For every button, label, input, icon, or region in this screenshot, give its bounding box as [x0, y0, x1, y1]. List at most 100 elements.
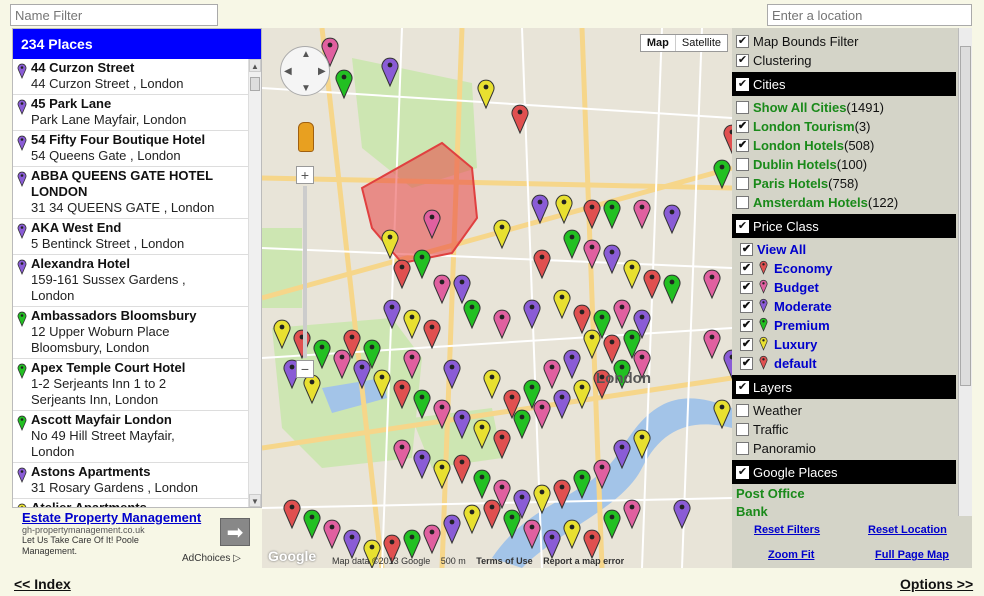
city-checkbox[interactable]: ✔	[736, 139, 749, 152]
zoom-slider[interactable]	[303, 186, 307, 358]
map-marker[interactable]	[403, 529, 421, 560]
map-marker[interactable]	[523, 299, 541, 330]
map-marker[interactable]	[583, 239, 601, 270]
google-places-section-header[interactable]: ✔ Google Places	[732, 460, 956, 484]
reset-location-link[interactable]: Reset Location	[868, 524, 947, 536]
map-marker[interactable]	[493, 309, 511, 340]
price-class-checkbox[interactable]: ✔	[740, 300, 753, 313]
map-marker[interactable]	[663, 274, 681, 305]
map-marker[interactable]	[553, 289, 571, 320]
map-marker[interactable]	[513, 409, 531, 440]
map-marker[interactable]	[393, 259, 411, 290]
map-marker[interactable]	[643, 269, 661, 300]
map-marker[interactable]	[483, 499, 501, 530]
place-list-item[interactable]: Atelier Apartments	[13, 499, 249, 507]
map-marker[interactable]	[393, 439, 411, 470]
map-marker[interactable]	[703, 329, 721, 360]
place-list-item[interactable]: 44 Curzon Street 44 Curzon Street , Londo…	[13, 59, 249, 95]
price-class-option[interactable]: ✔ default	[732, 354, 972, 373]
place-list-item[interactable]: AKA West End 5 Bentinck Street , London	[13, 219, 249, 255]
map-marker[interactable]	[323, 519, 341, 550]
place-list-item[interactable]: Astons Apartments 31 Rosary Gardens , Lon…	[13, 463, 249, 499]
map-marker[interactable]	[583, 199, 601, 230]
city-option[interactable]: Dublin Hotels (100)	[732, 155, 972, 174]
map-marker[interactable]	[583, 329, 601, 360]
city-checkbox[interactable]	[736, 177, 749, 190]
layer-option[interactable]: Traffic	[732, 420, 972, 439]
map-marker[interactable]	[613, 299, 631, 330]
place-list-item[interactable]: Alexandra Hotel 159-161 Sussex Gardens ,L…	[13, 255, 249, 307]
layer-option[interactable]: Panoramio	[732, 439, 972, 458]
map-bounds-filter-option[interactable]: ✔ Map Bounds Filter	[732, 32, 972, 51]
map-marker[interactable]	[573, 304, 591, 335]
place-list-item[interactable]: Ambassadors Bloomsbury 12 Upper Woburn Pl…	[13, 307, 249, 359]
place-list-item[interactable]: ABBA QUEENS GATE HOTEL LONDON 31 34 QUEEN…	[13, 167, 249, 219]
terms-link[interactable]: Terms of Use	[476, 556, 532, 566]
google-place-option[interactable]: Bank	[732, 504, 972, 516]
view-all-checkbox[interactable]: ✔	[740, 243, 753, 256]
price-class-option[interactable]: ✔ Moderate	[732, 297, 972, 316]
price-class-checkbox[interactable]: ✔	[740, 281, 753, 294]
map-marker[interactable]	[443, 514, 461, 545]
scroll-down-arrow-icon[interactable]: ▼	[249, 494, 261, 507]
price-class-checkbox[interactable]: ✔	[740, 262, 753, 275]
map-marker[interactable]	[703, 269, 721, 300]
map-marker[interactable]	[603, 509, 621, 540]
map-marker[interactable]	[433, 274, 451, 305]
map-marker[interactable]	[623, 499, 641, 530]
place-list-item[interactable]: Apex Temple Court Hotel 1-2 Serjeants Inn…	[13, 359, 249, 411]
map-marker[interactable]	[603, 334, 621, 365]
scroll-thumb[interactable]	[250, 77, 260, 91]
map-canvas[interactable]: London Map Satellite ▲ ▼ ◀ ▶ + − Google …	[262, 28, 732, 568]
place-list-item[interactable]: 54 Fifty Four Boutique Hotel 54 Queens Ga…	[13, 131, 249, 167]
zoom-fit-link[interactable]: Zoom Fit	[768, 549, 814, 561]
layer-option[interactable]: Weather	[732, 401, 972, 420]
zoom-in-button[interactable]: +	[296, 166, 314, 184]
pan-down-icon[interactable]: ▼	[301, 83, 311, 94]
map-marker[interactable]	[623, 259, 641, 290]
map-marker[interactable]	[413, 249, 431, 280]
price-class-option[interactable]: ✔ Budget	[732, 278, 972, 297]
city-option[interactable]: Amsterdam Hotels (122)	[732, 193, 972, 212]
map-marker[interactable]	[713, 159, 731, 190]
view-all-option[interactable]: ✔ View All	[732, 240, 972, 259]
map-marker[interactable]	[423, 319, 441, 350]
price-class-option[interactable]: ✔ Economy	[732, 259, 972, 278]
map-marker[interactable]	[603, 199, 621, 230]
places-scrollbar[interactable]: ▲ ▼	[248, 59, 261, 507]
place-list-item[interactable]: 45 Park Lane Park Lane Mayfair, London	[13, 95, 249, 131]
zoom-out-button[interactable]: −	[296, 360, 314, 378]
map-bounds-checkbox[interactable]: ✔	[736, 35, 749, 48]
clustering-checkbox[interactable]: ✔	[736, 54, 749, 67]
map-marker[interactable]	[603, 244, 621, 275]
map-marker[interactable]	[563, 519, 581, 550]
map-marker[interactable]	[555, 194, 573, 225]
map-marker[interactable]	[573, 379, 591, 410]
layer-checkbox[interactable]	[736, 442, 749, 455]
layers-section-header[interactable]: ✔ Layers	[732, 375, 956, 399]
map-marker[interactable]	[343, 529, 361, 560]
price-class-checkbox[interactable]: ✔	[740, 319, 753, 332]
google-places-checkbox[interactable]: ✔	[736, 465, 749, 479]
city-option[interactable]: ✔ London Tourism (3)	[732, 117, 972, 136]
map-marker[interactable]	[453, 454, 471, 485]
map-marker[interactable]	[473, 469, 491, 500]
city-checkbox[interactable]	[736, 158, 749, 171]
location-input[interactable]	[767, 4, 972, 26]
cities-checkbox[interactable]: ✔	[736, 77, 749, 91]
map-marker[interactable]	[423, 524, 441, 555]
options-scrollbar[interactable]	[958, 28, 972, 516]
layer-checkbox[interactable]	[736, 423, 749, 436]
adchoices-link[interactable]: AdChoices ▷	[182, 553, 241, 564]
place-list-item[interactable]: Ascott Mayfair London No 49 Hill Street M…	[13, 411, 249, 463]
map-marker[interactable]	[463, 299, 481, 330]
reset-filters-link[interactable]: Reset Filters	[754, 524, 820, 536]
city-option[interactable]: ✔ London Hotels (508)	[732, 136, 972, 155]
map-marker[interactable]	[563, 229, 581, 260]
pegman-icon[interactable]	[298, 122, 314, 152]
city-checkbox[interactable]	[736, 101, 749, 114]
map-marker[interactable]	[543, 529, 561, 560]
price-class-option[interactable]: ✔ Luxury	[732, 335, 972, 354]
pan-up-icon[interactable]: ▲	[301, 49, 311, 60]
map-marker[interactable]	[533, 249, 551, 280]
